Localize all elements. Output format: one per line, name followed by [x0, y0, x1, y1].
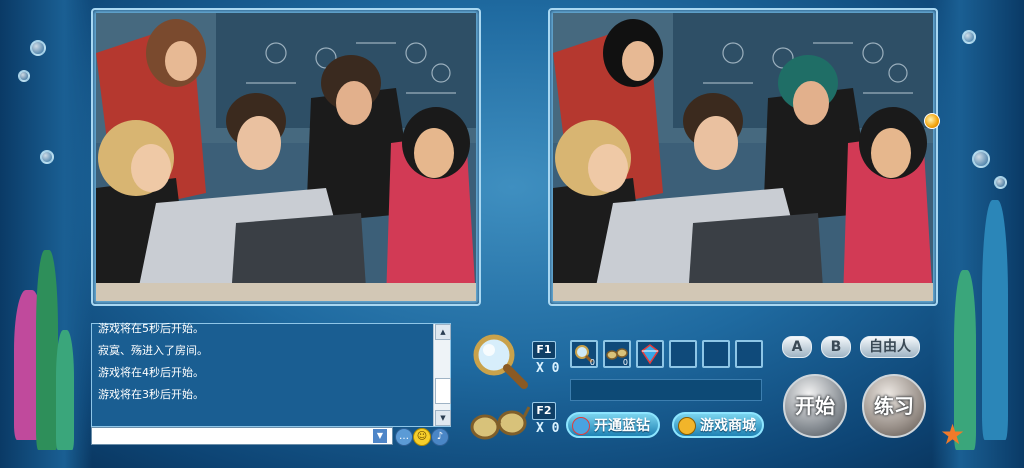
scroll-up-icon[interactable]: ▲ — [435, 324, 451, 340]
bubble-decoration — [972, 150, 990, 168]
coin-icon — [678, 417, 696, 435]
gem-item-icon — [640, 344, 660, 365]
empty-item-slot[interactable] — [702, 340, 730, 368]
chat-message: 游戏将在4秒后开始。 — [98, 366, 204, 379]
practice-button[interactable]: 练习 — [862, 374, 926, 438]
chat-input-row: ▼ … ☺ ♪ — [91, 427, 451, 447]
bubble-decoration — [994, 176, 1007, 189]
original-photo-frame — [91, 8, 481, 306]
chat-message: 游戏将在3秒后开始。 — [98, 388, 204, 401]
game-shop-button[interactable]: 游戏商城 — [672, 412, 764, 438]
bubble-decoration — [18, 70, 30, 82]
seaweed-decoration — [36, 250, 58, 450]
magnifier-tool-icon[interactable] — [470, 333, 528, 389]
seaweed-decoration — [56, 330, 74, 450]
game-shop-label: 游戏商城 — [700, 418, 756, 434]
modified-photo-frame — [548, 8, 938, 306]
progress-bar — [570, 379, 762, 401]
alert-dot-icon — [924, 113, 940, 129]
mode-b-button[interactable]: B — [821, 336, 851, 358]
speech-bubble-icon[interactable]: … — [395, 428, 413, 446]
empty-item-slot[interactable] — [735, 340, 763, 368]
item-slot[interactable] — [636, 340, 664, 368]
bubble-decoration — [40, 150, 54, 164]
starfish-icon: ★ — [940, 418, 966, 451]
chat-input[interactable] — [91, 427, 393, 445]
modified-photo[interactable] — [553, 13, 933, 301]
blue-diamond-icon — [572, 417, 590, 435]
scroll-down-icon[interactable]: ▼ — [435, 410, 451, 426]
right-ocean-decoration: ★ — [932, 0, 1024, 468]
chat-message: 寂寞、殇进入了房间。 — [98, 344, 208, 357]
glasses-count: X 0 — [536, 421, 560, 436]
blue-diamond-label: 开通蓝钻 — [594, 418, 650, 434]
chat-scrollbar[interactable]: ▲ ▼ — [433, 324, 451, 426]
scroll-thumb[interactable] — [435, 378, 451, 404]
glasses-hotkey: F2 — [532, 402, 556, 420]
magnifier-hotkey: F1 — [532, 341, 556, 359]
chat-message: 游戏将在5秒后开始。 — [98, 322, 204, 335]
tube-coral-decoration — [982, 200, 1008, 440]
glasses-tool-icon[interactable] — [468, 403, 530, 443]
item-slot[interactable]: 0 — [603, 340, 631, 368]
blue-diamond-button[interactable]: 开通蓝钻 — [566, 412, 660, 438]
speaker-icon[interactable]: ♪ — [431, 428, 449, 446]
mode-a-button[interactable]: A — [782, 336, 812, 358]
empty-item-slot[interactable] — [669, 340, 697, 368]
original-photo[interactable] — [96, 13, 476, 301]
chat-messages: 游戏将在5秒后开始。 寂寞、殇进入了房间。 游戏将在4秒后开始。 游戏将在3秒后… — [98, 318, 428, 406]
free-player-button[interactable]: 自由人 — [860, 336, 920, 358]
item-slot[interactable]: 0 — [570, 340, 598, 368]
item-slot-count: 0 — [589, 358, 595, 367]
start-button[interactable]: 开始 — [783, 374, 847, 438]
chat-log[interactable]: 游戏将在5秒后开始。 寂寞、殇进入了房间。 游戏将在4秒后开始。 游戏将在3秒后… — [91, 322, 451, 427]
game-window: ★ 游戏将在5秒后开始。 寂寞、殇进入了房间。 游戏将在4秒后开始。 游戏将在3… — [0, 0, 1024, 468]
bubble-decoration — [962, 30, 976, 44]
left-ocean-decoration — [0, 0, 92, 468]
emoticon-icon[interactable]: ☺ — [413, 428, 431, 446]
magnifier-count: X 0 — [536, 361, 560, 376]
modified-photo-image — [553, 13, 933, 301]
bubble-decoration — [30, 40, 46, 56]
original-photo-image — [96, 13, 476, 301]
item-slot-count: 0 — [622, 358, 628, 367]
chat-history-dropdown-icon[interactable]: ▼ — [373, 429, 387, 443]
